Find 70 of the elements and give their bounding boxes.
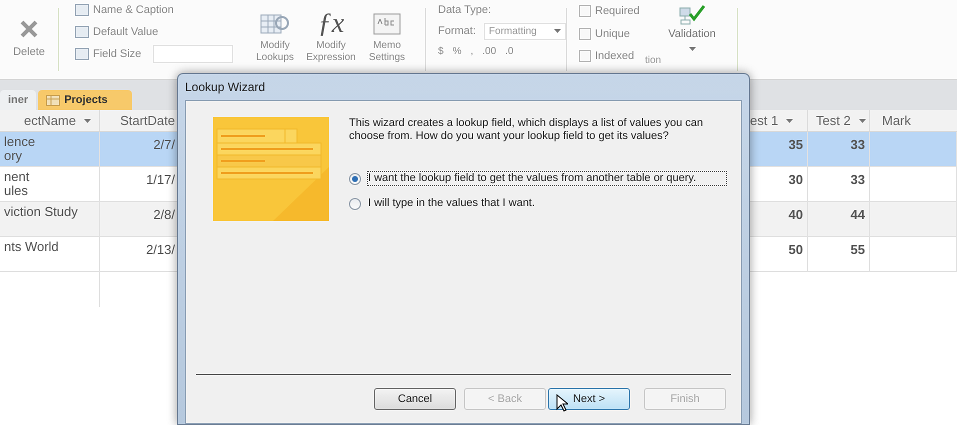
checkbox-label: Required xyxy=(595,4,640,19)
field-command[interactable]: Name & Caption xyxy=(93,2,174,18)
mouse-cursor-icon xyxy=(556,394,568,412)
number-format-button[interactable]: % xyxy=(452,44,462,58)
dialog-title: Lookup Wizard xyxy=(185,79,266,96)
document-tab[interactable]: Projects xyxy=(38,90,132,110)
wizard-button[interactable]: Cancel xyxy=(374,388,456,410)
table-icon xyxy=(46,94,60,106)
validation-button[interactable]: Validation xyxy=(668,4,716,50)
checkbox[interactable] xyxy=(579,28,591,40)
table-cell: 35 xyxy=(788,137,803,152)
column-header[interactable]: StartDate xyxy=(120,110,175,130)
format-dropdown[interactable]: Formatting xyxy=(484,22,566,40)
table-cell: 33 xyxy=(850,137,865,152)
field-icon xyxy=(75,26,89,38)
table-cell: 2/13/ xyxy=(146,242,175,257)
field-size-input[interactable] xyxy=(153,45,234,63)
ribbon-large-button[interactable]: Memo Settings xyxy=(361,8,413,79)
table-cell: 50 xyxy=(788,242,803,257)
number-format-button[interactable]: .0 xyxy=(505,44,514,58)
checkbox-label: Indexed xyxy=(595,49,634,64)
radio-button[interactable] xyxy=(349,173,361,185)
validation-check-icon xyxy=(678,4,706,26)
caret-icon xyxy=(554,29,561,33)
number-format-button[interactable]: .00 xyxy=(482,44,496,58)
format-label: Format: xyxy=(438,24,476,39)
number-format-button[interactable]: , xyxy=(470,44,474,58)
column-header[interactable]: Mark xyxy=(882,110,911,130)
checkbox[interactable] xyxy=(579,50,591,62)
sort-caret-icon xyxy=(786,118,794,122)
radio-label: I want the lookup field to get the values from another table or query. xyxy=(367,171,727,186)
field-icon xyxy=(75,4,89,16)
field-icon xyxy=(75,48,89,60)
table-cell: nent xyxy=(4,170,30,184)
table-cell: 30 xyxy=(788,172,803,187)
wizard-description: This wizard creates a lookup field, which displays a list of values you can choose from. How do you want your lookup field to get its values? xyxy=(349,117,704,143)
group-label: tion xyxy=(645,54,662,68)
checkbox[interactable] xyxy=(579,5,591,18)
function-icon: ƒx xyxy=(318,10,344,38)
table-cell: 40 xyxy=(788,207,803,222)
field-command[interactable]: Field Size xyxy=(93,46,142,62)
table-cell: 55 xyxy=(850,242,865,257)
table-cell: 1/17/ xyxy=(146,172,175,187)
column-header[interactable]: Test 2 xyxy=(816,110,851,130)
number-format-button[interactable]: $ xyxy=(438,44,444,58)
data-type-label: Data Type: xyxy=(438,3,492,18)
checkbox-label: Unique xyxy=(595,26,630,42)
delete-button[interactable]: Delete xyxy=(0,0,58,79)
table-cell: lence xyxy=(4,135,36,149)
sort-caret-icon xyxy=(84,118,91,122)
field-command[interactable]: Default Value xyxy=(93,24,158,40)
table-cell: nts World xyxy=(4,240,59,254)
radio-button[interactable] xyxy=(349,198,361,210)
column-header[interactable]: ectName xyxy=(24,110,76,130)
table-cell: 33 xyxy=(850,172,865,187)
radio-label: I will type in the values that I want. xyxy=(367,196,536,211)
table-cell: 2/7/ xyxy=(153,137,175,152)
document-tab[interactable]: iner xyxy=(0,90,36,110)
table-cell: 44 xyxy=(850,207,865,222)
column-header[interactable]: est 1 xyxy=(750,110,778,130)
table-cell: ory xyxy=(4,149,22,163)
ribbon-large-button[interactable]: ƒx Modify Expression xyxy=(305,8,357,79)
table-cell: ules xyxy=(4,184,28,198)
wizard-button[interactable]: Next > xyxy=(548,388,630,410)
table-cell: viction Study xyxy=(4,205,78,219)
caret-icon xyxy=(688,46,696,50)
text-field-icon xyxy=(372,12,402,36)
table-cell: 2/8/ xyxy=(153,207,175,222)
sort-caret-icon xyxy=(858,118,866,122)
table-lookup-icon xyxy=(260,12,290,36)
